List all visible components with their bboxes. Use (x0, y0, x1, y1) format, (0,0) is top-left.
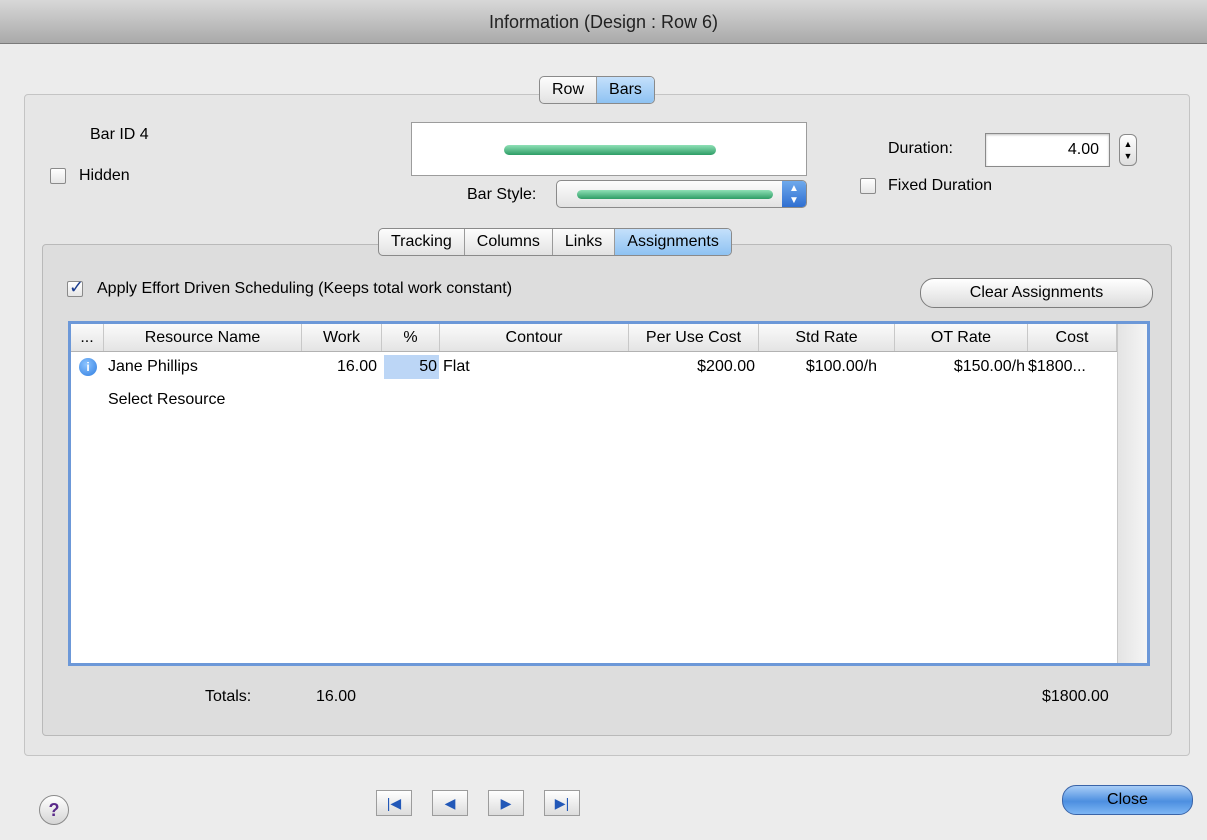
first-record-button[interactable]: |◀ (376, 790, 412, 816)
select-resource-row[interactable]: Select Resource (108, 388, 225, 412)
col-more[interactable]: ... (71, 324, 104, 351)
last-icon: ▶| (554, 795, 570, 811)
col-contour[interactable]: Contour (440, 324, 629, 351)
popup-arrows-icon: ▲ ▼ (782, 181, 806, 207)
cell-percent[interactable]: 50 (384, 355, 439, 379)
fixed-duration-label: Fixed Duration (888, 177, 993, 194)
bar-id-label: Bar ID 4 (90, 126, 149, 143)
row-bars-segmented-control: Row Bars (539, 76, 655, 104)
tab-assignments[interactable]: Assignments (614, 229, 731, 255)
totals-label: Totals: (205, 688, 252, 705)
previous-icon: ◀ (444, 795, 456, 811)
first-icon: |◀ (386, 795, 402, 811)
totals-cost: $1800.00 (1042, 688, 1109, 705)
effort-driven-checkbox[interactable]: ✓ (67, 277, 84, 297)
fixed-duration-checkbox[interactable] (860, 178, 876, 194)
previous-record-button[interactable]: ◀ (432, 790, 468, 816)
col-per-use-cost[interactable]: Per Use Cost (629, 324, 759, 351)
cell-contour: Flat (443, 358, 470, 375)
table-header: ... Resource Name Work % Contour Per Use… (71, 324, 1117, 352)
col-std-rate[interactable]: Std Rate (759, 324, 895, 351)
cell-std-rate: $100.00/h (805, 358, 877, 375)
close-button[interactable]: Close (1062, 785, 1193, 815)
window-title: Information (Design : Row 6) (0, 0, 1207, 44)
table-scrollbar[interactable] (1117, 324, 1147, 663)
bar-preview (411, 122, 807, 176)
bar-preview-shape (504, 145, 716, 155)
bar-style-swatch (577, 190, 773, 199)
cell-ot-rate: $150.00/h (953, 358, 1025, 375)
col-resource-name[interactable]: Resource Name (104, 324, 302, 351)
effort-driven-label: Apply Effort Driven Scheduling (Keeps to… (97, 280, 513, 297)
cell-per-use-cost: $200.00 (697, 358, 755, 375)
hidden-label: Hidden (79, 167, 130, 184)
tab-columns[interactable]: Columns (463, 229, 552, 255)
assignments-table: ... Resource Name Work % Contour Per Use… (68, 321, 1150, 666)
cell-cost: $1800... (1028, 358, 1086, 375)
next-record-button[interactable]: ▶ (488, 790, 524, 816)
cell-resource-name: Jane Phillips (108, 358, 198, 375)
cell-work: 16.00 (336, 358, 377, 375)
tab-bars[interactable]: Bars (596, 77, 654, 103)
info-icon[interactable]: i (79, 358, 97, 376)
hidden-checkbox[interactable] (50, 168, 66, 184)
bar-style-label: Bar Style: (467, 186, 537, 203)
tab-tracking[interactable]: Tracking (379, 229, 464, 255)
tab-row[interactable]: Row (540, 77, 596, 103)
duration-value: 4.00 (1067, 141, 1099, 158)
help-button[interactable]: ? (39, 795, 69, 825)
checkmark-icon: ✓ (69, 277, 85, 297)
totals-work: 16.00 (316, 688, 357, 705)
col-work[interactable]: Work (302, 324, 382, 351)
bar-style-popup[interactable]: ▲ ▼ (556, 180, 807, 208)
col-cost[interactable]: Cost (1028, 324, 1117, 351)
table-row[interactable]: i Jane Phillips 16.00 50 Flat $200.00 $1… (71, 355, 1117, 381)
duration-field[interactable]: 4.00 (985, 133, 1110, 167)
duration-label: Duration: (888, 140, 953, 157)
clear-assignments-button[interactable]: Clear Assignments (920, 278, 1153, 308)
col-percent[interactable]: % (382, 324, 440, 351)
detail-tabs: Tracking Columns Links Assignments (378, 228, 732, 256)
next-icon: ▶ (500, 795, 512, 811)
duration-stepper[interactable]: ▲ ▼ (1119, 134, 1137, 166)
tab-links[interactable]: Links (551, 229, 614, 255)
col-ot-rate[interactable]: OT Rate (895, 324, 1028, 351)
last-record-button[interactable]: ▶| (544, 790, 580, 816)
